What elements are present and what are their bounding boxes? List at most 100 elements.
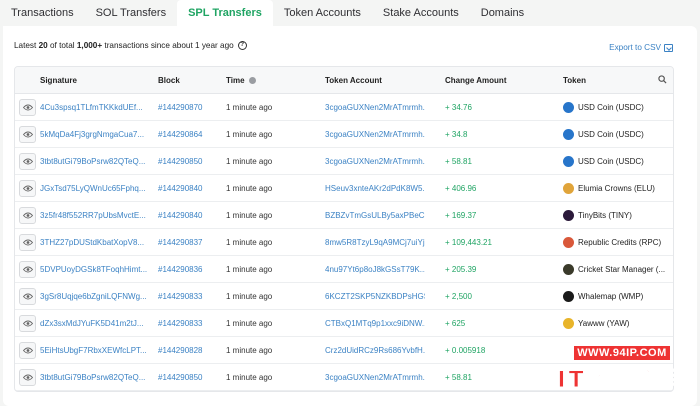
change-amount: + 625 [445, 319, 466, 328]
token-account-link[interactable]: 3cgoaGUXNen2MrATmrmh... [325, 94, 425, 121]
watermark-url: WWW.94IP.COM [574, 346, 670, 360]
watermark-text: IT运维空间 [557, 368, 687, 394]
block-link[interactable]: #144290870 [158, 94, 218, 121]
signature-link[interactable]: 3z5fr48f552RR7pUbsMvctE... [40, 202, 150, 229]
change-amount: + 34.76 [445, 103, 472, 112]
col-time-label: Time [226, 75, 245, 85]
table-row: JGxTsd75LyQWnUc65Fphq... #144290840 1 mi… [15, 175, 673, 202]
token-account-link[interactable]: BZBZvTmGsULBy5axPBeC... [325, 202, 425, 229]
signature-link[interactable]: 5DVPUoyDGSk8TFoqhHimt... [40, 256, 150, 283]
block-link[interactable]: #144290864 [158, 121, 218, 148]
search-icon[interactable] [658, 75, 667, 84]
time-value: 1 minute ago [226, 238, 273, 247]
token-cell[interactable]: Whalemap (WMP) [563, 283, 673, 310]
table-row: dZx3sxMdJYuFK5D41m2tJ... #144290833 1 mi… [15, 310, 673, 337]
signature-link[interactable]: 4Cu3spsq1TLfmTKKkdUEf... [40, 94, 150, 121]
block-link[interactable]: #144290828 [158, 337, 218, 364]
token-account-link[interactable]: 3cgoaGUXNen2MrATmrmh... [325, 148, 425, 175]
row-view-cell [19, 175, 37, 202]
block-link[interactable]: #144290833 [158, 283, 218, 310]
token-cell[interactable]: Republic Credits (RPC) [563, 229, 673, 256]
token-cell[interactable]: USD Coin (USDC) [563, 121, 673, 148]
signature-link[interactable]: JGxTsd75LyQWnUc65Fphq... [40, 175, 150, 202]
row-view-cell [19, 229, 37, 256]
signature-link[interactable]: 5kMqDa4Fj3grgNmgaCua7... [40, 121, 150, 148]
token-account-link[interactable]: CTBxQ1MTq9p1xxc9iDNW... [325, 310, 425, 337]
change-amount: + 205.39 [445, 265, 477, 274]
signature-link[interactable]: dZx3sxMdJYuFK5D41m2tJ... [40, 310, 150, 337]
change-amount: + 169.37 [445, 211, 477, 220]
token-cell[interactable]: TinyBits (TINY) [563, 202, 673, 229]
token-account-link[interactable]: 6KCZT2SKP5NZKBDPsHGS... [325, 283, 425, 310]
eye-icon[interactable] [19, 315, 36, 332]
eye-icon[interactable] [19, 261, 36, 278]
time-value: 1 minute ago [226, 292, 273, 301]
eye-icon[interactable] [19, 342, 36, 359]
table-row: 5DVPUoyDGSk8TFoqhHimt... #144290836 1 mi… [15, 256, 673, 283]
token-name: Whalemap (WMP) [578, 292, 644, 301]
signature-link[interactable]: 3THZ27pDUStdKbatXopV8... [40, 229, 150, 256]
token-name: Elumia Crowns (ELU) [578, 184, 655, 193]
eye-icon[interactable] [19, 234, 36, 251]
token-account-link[interactable]: 3cgoaGUXNen2MrATmrmh... [325, 364, 425, 391]
block-link[interactable]: #144290850 [158, 364, 218, 391]
signature-link[interactable]: 5EiHtsUbgF7RbxXEWfcLPT... [40, 337, 150, 364]
block-link[interactable]: #144290836 [158, 256, 218, 283]
export-csv-button[interactable]: Export to CSV [609, 43, 673, 52]
tab-token-accounts[interactable]: Token Accounts [273, 0, 372, 26]
eye-icon[interactable] [19, 180, 36, 197]
block-link[interactable]: #144290850 [158, 148, 218, 175]
time-value: 1 minute ago [226, 346, 273, 355]
token-cell[interactable]: Yawww (YAW) [563, 310, 673, 337]
tab-stake-accounts[interactable]: Stake Accounts [372, 0, 470, 26]
table-row: 3tbt8utGi79BoPsrw82QTeQ... #144290850 1 … [15, 148, 673, 175]
time-value: 1 minute ago [226, 130, 273, 139]
row-view-cell [19, 121, 37, 148]
tab-domains[interactable]: Domains [470, 0, 535, 26]
col-token: Token [563, 75, 586, 85]
tab-sol-transfers[interactable]: SOL Transfers [85, 0, 178, 26]
tab-transactions[interactable]: Transactions [0, 0, 85, 26]
time-info-icon[interactable] [248, 76, 256, 84]
eye-icon[interactable] [19, 369, 36, 386]
block-link[interactable]: #144290840 [158, 202, 218, 229]
col-time: Time [226, 76, 256, 85]
rpc-icon [563, 237, 574, 248]
row-view-cell [19, 202, 37, 229]
token-cell[interactable]: Cricket Star Manager (... [563, 256, 673, 283]
col-signature: Signature [40, 75, 77, 85]
block-link[interactable]: #144290837 [158, 229, 218, 256]
whale-icon [563, 291, 574, 302]
table-row: 3THZ27pDUStdKbatXopV8... #144290837 1 mi… [15, 229, 673, 256]
eye-icon[interactable] [19, 126, 36, 143]
block-link[interactable]: #144290833 [158, 310, 218, 337]
token-cell[interactable]: USD Coin (USDC) [563, 94, 673, 121]
row-view-cell [19, 94, 37, 121]
token-name: USD Coin (USDC) [578, 130, 644, 139]
tab-bar: Transactions SOL Transfers SPL Transfers… [0, 0, 700, 26]
token-account-link[interactable]: 3cgoaGUXNen2MrATmrmh... [325, 121, 425, 148]
token-account-link[interactable]: HSeuv3xnteAKr2dPdK8W5... [325, 175, 425, 202]
info-icon[interactable]: ? [237, 41, 247, 50]
token-account-link[interactable]: Crz2dUidRCz9Rs686YvbfH... [325, 337, 425, 364]
change-amount: + 2,500 [445, 292, 472, 301]
token-cell[interactable]: Elumia Crowns (ELU) [563, 175, 673, 202]
signature-link[interactable]: 3tbt8utGi79BoPsrw82QTeQ... [40, 364, 150, 391]
eye-icon[interactable] [19, 153, 36, 170]
token-name: Yawww (YAW) [578, 319, 630, 328]
eye-icon[interactable] [19, 288, 36, 305]
time-value: 1 minute ago [226, 157, 273, 166]
eye-icon[interactable] [19, 207, 36, 224]
block-link[interactable]: #144290840 [158, 175, 218, 202]
token-cell[interactable]: USD Coin (USDC) [563, 148, 673, 175]
time-value: 1 minute ago [226, 184, 273, 193]
token-name: USD Coin (USDC) [578, 103, 644, 112]
time-value: 1 minute ago [226, 103, 273, 112]
token-account-link[interactable]: 4nu97Yt6p8oJ8kGSsT79K... [325, 256, 425, 283]
tab-spl-transfers[interactable]: SPL Transfers [177, 0, 273, 26]
token-account-link[interactable]: 8mw5R8TzyL9qA9MCj7uiYj... [325, 229, 425, 256]
signature-link[interactable]: 3gSr8Uqjqe6bZgniLQFNWg... [40, 283, 150, 310]
eye-icon[interactable] [19, 99, 36, 116]
export-csv-label: Export to CSV [609, 43, 661, 52]
signature-link[interactable]: 3tbt8utGi79BoPsrw82QTeQ... [40, 148, 150, 175]
